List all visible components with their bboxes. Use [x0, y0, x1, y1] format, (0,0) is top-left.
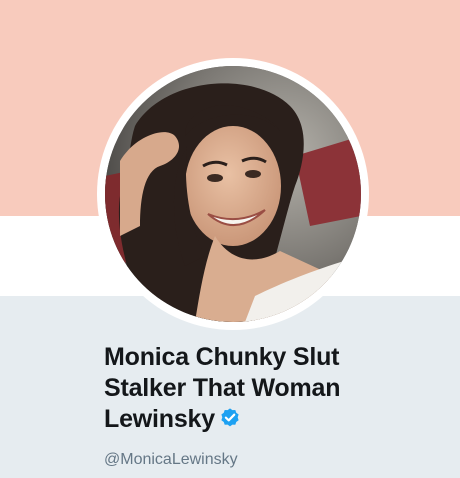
profile-name[interactable]: Monica Chunky Slut Stalker That Woman Le… [104, 342, 434, 435]
profile-name-line-3: Lewinsky [104, 404, 434, 435]
profile-name-line-1: Monica Chunky Slut [104, 343, 340, 371]
profile-handle[interactable]: @MonicaLewinsky [104, 450, 238, 470]
profile-name-line-2: Stalker That Woman [104, 374, 341, 402]
avatar-photo [105, 66, 361, 322]
verified-badge-icon [219, 407, 241, 429]
avatar[interactable] [105, 66, 361, 322]
profile-name-line-3-text: Lewinsky [104, 405, 215, 433]
